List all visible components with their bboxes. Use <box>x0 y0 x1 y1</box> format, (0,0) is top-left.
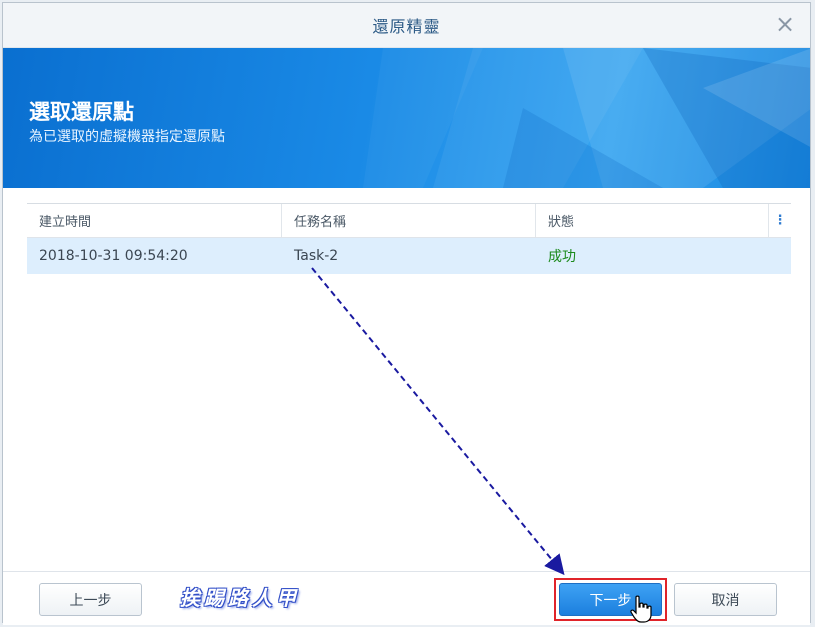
cell-created: 2018-10-31 09:54:20 <box>39 248 188 264</box>
column-menu-icon[interactable]: ⋮ <box>769 204 791 237</box>
watermark-text: 挨踢路人甲 <box>180 586 300 610</box>
cancel-button[interactable]: 取消 <box>674 583 777 616</box>
table-row[interactable]: 2018-10-31 09:54:20 Task-2 成功 <box>27 238 791 274</box>
title-bar: 還原精靈 × <box>3 3 810 48</box>
step-description: 為已選取的虛擬機器指定還原點 <box>29 129 225 145</box>
restore-point-grid: 建立時間 任務名稱 狀態 ⋮ 2018-10-31 09:54:20 Task-… <box>27 203 791 569</box>
column-header-status[interactable]: 狀態 <box>536 204 769 237</box>
cell-task: Task-2 <box>294 248 339 264</box>
column-header-created[interactable]: 建立時間 <box>27 204 282 237</box>
header-banner: 選取還原點 為已選取的虛擬機器指定還原點 <box>3 48 810 188</box>
dialog-footer: 上一步 挨踢路人甲 下一步 取消 <box>3 571 810 625</box>
previous-button[interactable]: 上一步 <box>39 583 142 616</box>
grid-header: 建立時間 任務名稱 狀態 ⋮ <box>27 204 791 238</box>
close-icon[interactable]: × <box>774 12 796 36</box>
column-header-task[interactable]: 任務名稱 <box>282 204 536 237</box>
cell-status: 成功 <box>548 249 576 265</box>
restore-wizard-dialog: 還原精靈 × 選取還原點 為已選取的虛擬機器指定還原點 建立時間 任務名稱 狀態… <box>2 2 811 625</box>
hand-cursor-icon <box>630 595 652 623</box>
step-heading: 選取還原點 <box>29 100 134 124</box>
window-title: 還原精靈 <box>372 17 441 36</box>
